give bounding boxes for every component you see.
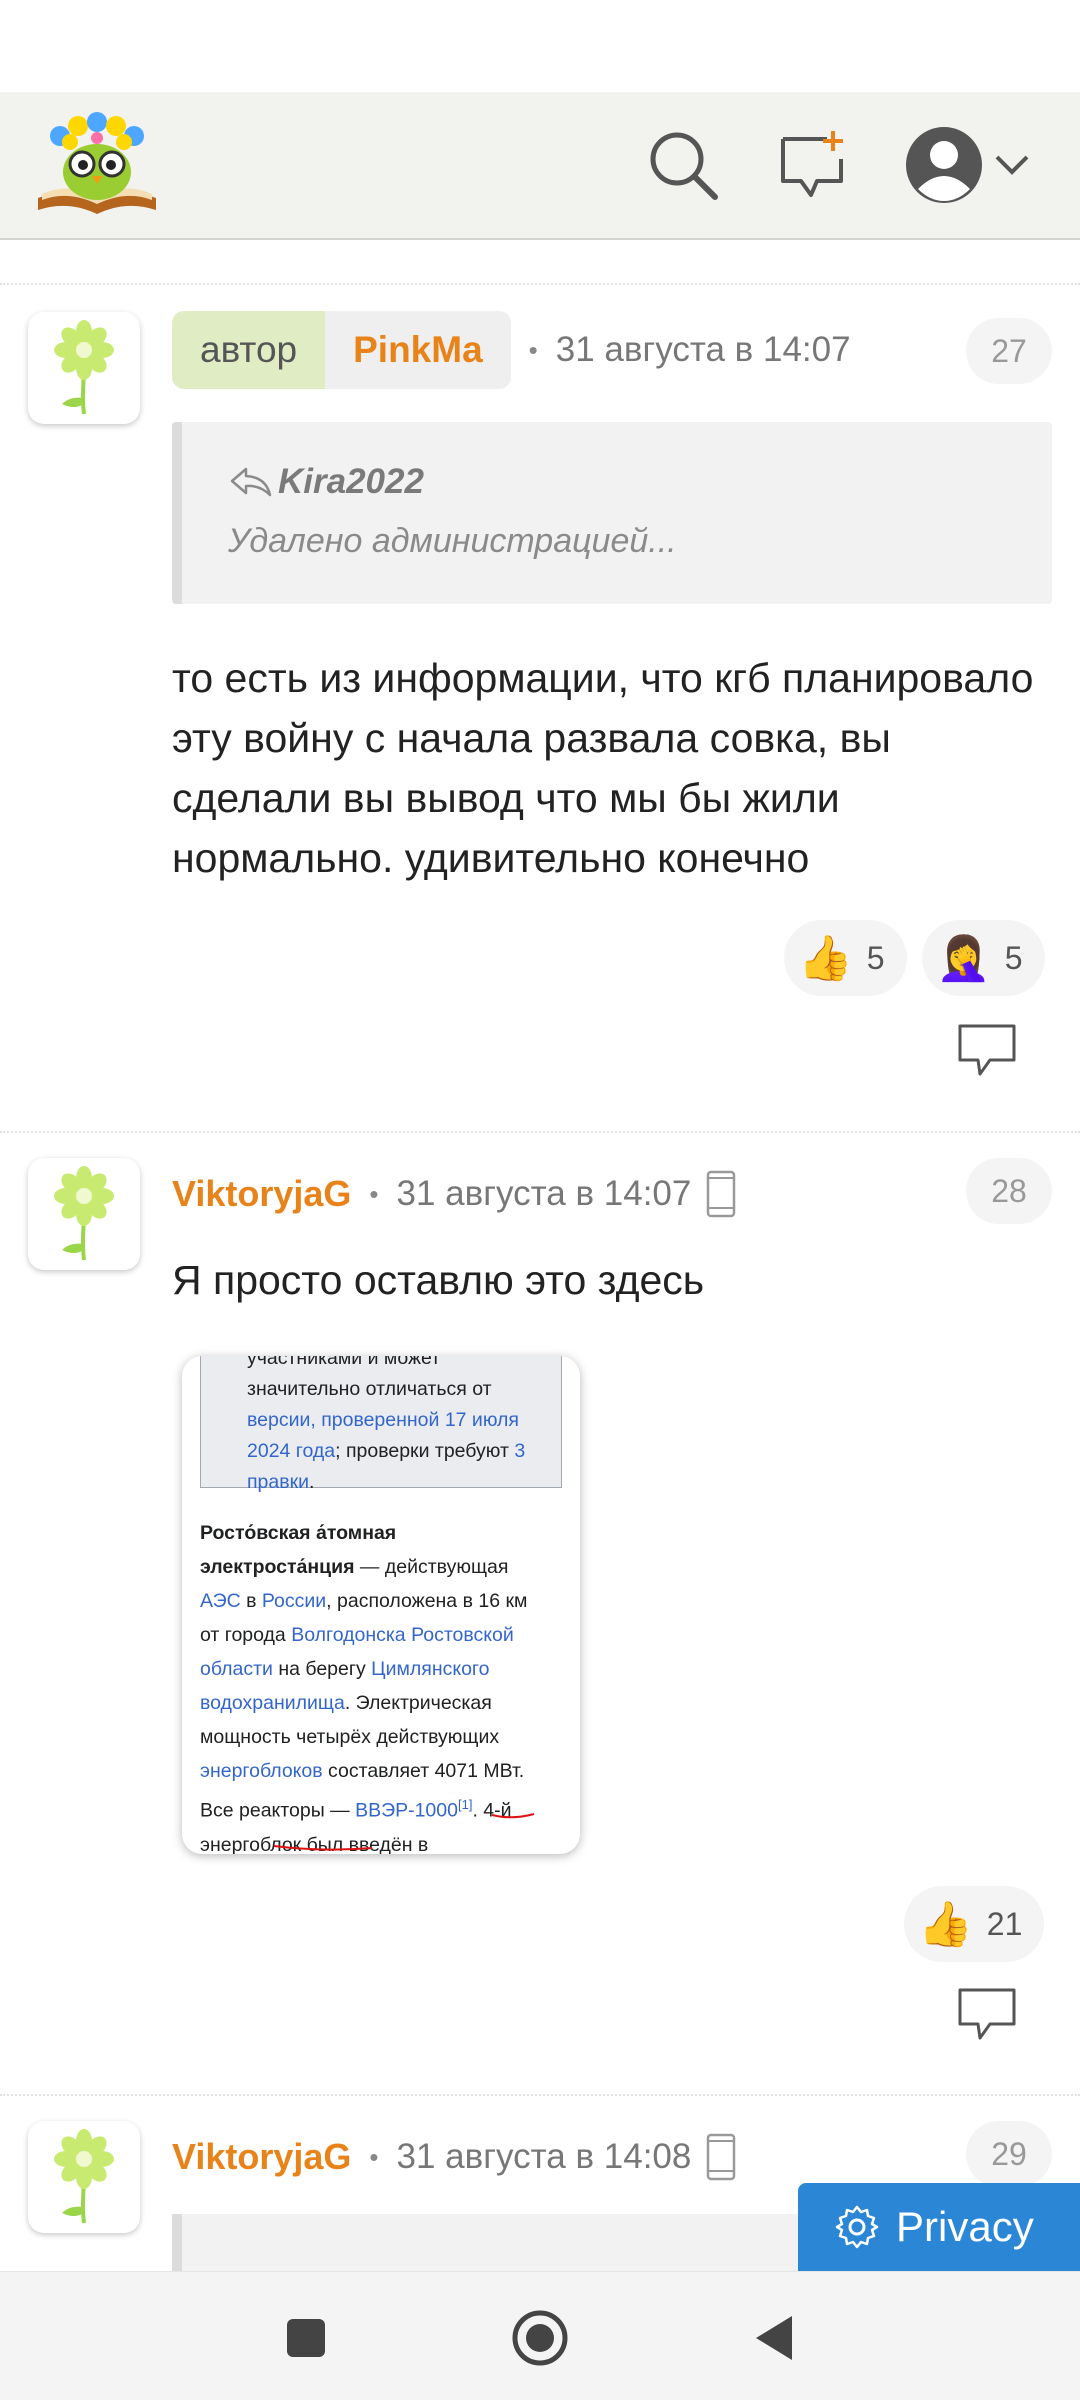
reaction-thumbs-up[interactable]: 👍 5 bbox=[784, 920, 907, 996]
avatar[interactable] bbox=[28, 1158, 140, 1270]
comment-time[interactable]: 31 августа в 14:07 bbox=[397, 1174, 692, 1214]
reaction-count: 5 bbox=[866, 939, 885, 976]
reaction-facepalm[interactable]: 🤦‍♀️ 5 bbox=[922, 920, 1045, 996]
avatar[interactable] bbox=[28, 312, 140, 424]
reaction-thumbs-up[interactable]: 👍 21 bbox=[904, 1886, 1045, 1962]
comment-number[interactable]: 27 bbox=[966, 318, 1052, 384]
quote-block[interactable]: Kira2022 Удалено администрацией... bbox=[172, 422, 1052, 604]
quote-block[interactable] bbox=[172, 2214, 822, 2274]
username[interactable]: ViktoryjaG bbox=[172, 2136, 351, 2178]
comment-text: то есть из информации, что кгб планирова… bbox=[172, 655, 1034, 881]
status-bar bbox=[0, 0, 1080, 92]
reply-arrow-icon bbox=[230, 467, 272, 497]
mobile-device-icon bbox=[705, 2133, 737, 2181]
divider bbox=[0, 283, 1080, 285]
separator-dot: • bbox=[528, 334, 538, 365]
recents-button[interactable] bbox=[274, 2306, 338, 2370]
profile-icon[interactable] bbox=[898, 122, 990, 208]
top-app-bar bbox=[0, 92, 1080, 240]
comment-meta: ViktoryjaG • 31 августа в 14:08 bbox=[172, 2118, 737, 2196]
system-navigation-bar bbox=[0, 2271, 1080, 2400]
site-logo-icon[interactable] bbox=[34, 110, 160, 222]
home-button[interactable] bbox=[508, 2306, 572, 2370]
chevron-down-icon[interactable] bbox=[990, 122, 1034, 208]
quote-text: Удалено администрацией... bbox=[228, 522, 677, 560]
separator-dot: • bbox=[369, 2141, 379, 2172]
author-badge: автор bbox=[172, 311, 326, 389]
quote-author: Kira2022 bbox=[228, 462, 424, 502]
facepalm-icon: 🤦‍♀️ bbox=[936, 934, 991, 983]
separator-dot: • bbox=[369, 1178, 379, 1209]
comment-number[interactable]: 29 bbox=[966, 2121, 1052, 2187]
reply-icon[interactable] bbox=[956, 1986, 1018, 2042]
search-icon[interactable] bbox=[640, 122, 726, 208]
comment-meta: ViktoryjaG • 31 августа в 14:07 bbox=[172, 1155, 737, 1233]
divider bbox=[0, 2094, 1080, 2096]
comment-time[interactable]: 31 августа в 14:07 bbox=[556, 330, 851, 370]
reply-icon[interactable] bbox=[956, 1022, 1018, 1078]
comment-time[interactable]: 31 августа в 14:08 bbox=[397, 2137, 692, 2177]
mobile-device-icon bbox=[705, 1170, 737, 1218]
back-button[interactable] bbox=[742, 2306, 806, 2370]
divider bbox=[0, 1131, 1080, 1133]
gear-icon bbox=[835, 2205, 879, 2249]
reaction-count: 21 bbox=[986, 1905, 1023, 1942]
comment-text: Я просто оставлю это здесь bbox=[172, 1257, 705, 1303]
username[interactable]: PinkMa bbox=[325, 311, 511, 389]
attached-image[interactable]: участниками и может значительно отличать… bbox=[182, 1356, 580, 1854]
avatar[interactable] bbox=[28, 2121, 140, 2233]
comment-meta: автор PinkMa • 31 августа в 14:07 bbox=[172, 311, 851, 389]
privacy-button[interactable]: Privacy bbox=[798, 2183, 1080, 2271]
comment-number[interactable]: 28 bbox=[966, 1158, 1052, 1224]
thumbs-up-icon: 👍 bbox=[798, 934, 853, 983]
privacy-label: Privacy bbox=[896, 2203, 1034, 2250]
username[interactable]: ViktoryjaG bbox=[172, 1173, 351, 1215]
new-post-icon[interactable] bbox=[770, 122, 856, 208]
thumbs-up-icon: 👍 bbox=[918, 1900, 973, 1949]
red-underline-annotation bbox=[273, 1813, 535, 1851]
reaction-count: 5 bbox=[1004, 939, 1023, 976]
